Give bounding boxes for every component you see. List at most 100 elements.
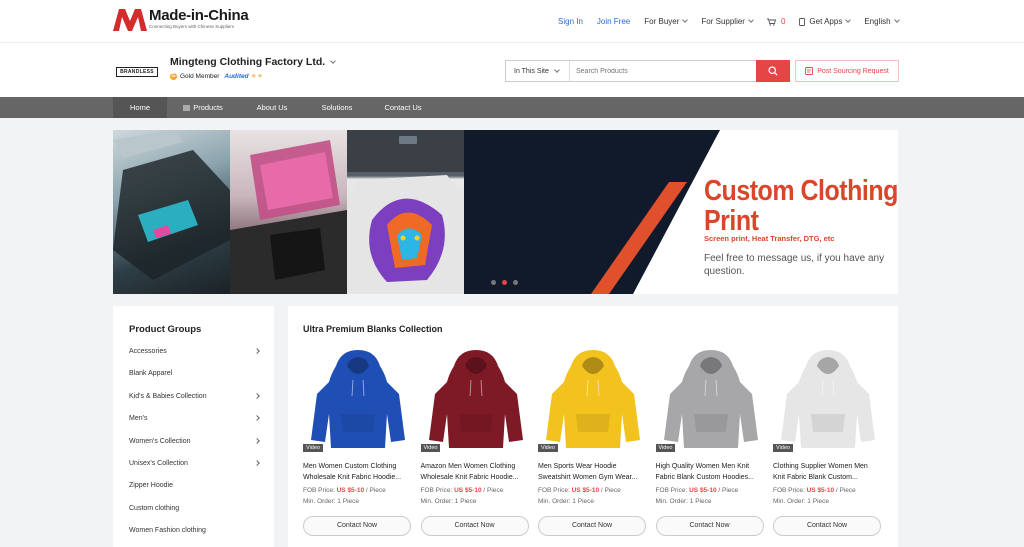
chevron-right-icon: [254, 392, 260, 399]
carousel-dot-2[interactable]: [502, 280, 507, 285]
cart-icon: [766, 18, 776, 26]
menu-icon: [183, 98, 191, 119]
search-button[interactable]: [756, 60, 790, 82]
product-group-label: Kid's & Babies Collection: [129, 392, 207, 400]
price-value: US $5-10: [571, 487, 600, 494]
chevron-right-icon: [254, 415, 260, 422]
hero-banner[interactable]: Custom Clothing Print Screen print, Heat…: [113, 130, 898, 294]
product-groups-title: Product Groups: [129, 324, 202, 335]
price-label: FOB Price:: [655, 487, 688, 494]
supplier-header: BRANDLESS Mingteng Clothing Factory Ltd.…: [0, 42, 1024, 97]
product-name[interactable]: Men Women Custom Clothing Wholesale Knit …: [303, 461, 413, 483]
cart-link[interactable]: 0: [766, 17, 785, 26]
get-apps-menu[interactable]: Get Apps: [799, 17, 852, 26]
product-card[interactable]: Video Men Sports Wear Hoodie Sweatshirt Wo…: [538, 344, 648, 547]
price-value: US $5-10: [806, 487, 835, 494]
product-group-label: Custom clothing: [129, 504, 180, 512]
chevron-down-icon: [748, 17, 754, 23]
product-image[interactable]: [656, 344, 766, 456]
top-bar: Made-in-China Connecting Buyers with Chi…: [0, 0, 1024, 42]
price-unit: / Piece: [718, 487, 739, 494]
product-group-item[interactable]: Zipper Hoodie: [129, 482, 259, 489]
contact-now-button[interactable]: Contact Now: [303, 516, 411, 536]
product-image[interactable]: [303, 344, 413, 456]
product-group-item[interactable]: Kid's & Babies Collection: [129, 392, 260, 400]
product-group-item[interactable]: Women Fashion clothing: [129, 527, 259, 534]
product-price: FOB Price: US $5-10 / Piece: [421, 487, 504, 494]
product-name[interactable]: Amazon Men Women Clothing Wholesale Knit …: [421, 461, 531, 483]
product-group-label: Accessories: [129, 348, 167, 355]
product-group-item[interactable]: Men's: [129, 415, 260, 423]
contact-now-button[interactable]: Contact Now: [773, 516, 881, 536]
price-value: US $5-10: [336, 487, 365, 494]
product-group-item[interactable]: Accessories: [129, 348, 260, 355]
product-name-line1: Men Sports Wear Hoodie: [538, 463, 617, 470]
carousel-dot-3[interactable]: [513, 280, 518, 285]
product-image[interactable]: [773, 344, 883, 456]
gold-member-label: Gold Member: [180, 72, 220, 80]
supplier-name[interactable]: Mingteng Clothing Factory Ltd.: [170, 56, 336, 68]
sign-in-link[interactable]: Sign In: [558, 17, 583, 26]
for-buyer-menu[interactable]: For Buyer: [644, 17, 689, 26]
price-unit: / Piece: [365, 487, 386, 494]
site-logo[interactable]: Made-in-China Connecting Buyers with Chi…: [113, 7, 249, 31]
chevron-down-icon: [554, 66, 560, 73]
product-group-item[interactable]: Unisex's Collection: [129, 460, 260, 467]
product-image[interactable]: [538, 344, 648, 456]
post-sourcing-request-button[interactable]: Post Sourcing Request: [795, 60, 899, 82]
chevron-right-icon: [254, 460, 260, 466]
product-group-label: Women's Collection: [129, 437, 191, 445]
banner-title-line2: Print: [704, 204, 759, 237]
collection-panel: Ultra Premium Blanks Collection Video Men…: [288, 306, 898, 547]
nav-solutions[interactable]: Solutions: [312, 97, 362, 118]
product-name[interactable]: Clothing Supplier Women Men Knit Fabric B…: [773, 461, 883, 483]
product-name[interactable]: Men Sports Wear Hoodie Sweatshirt Women G…: [538, 461, 648, 483]
product-name-line1: Clothing Supplier Women Men: [773, 463, 868, 470]
product-card[interactable]: Video Men Women Custom Clothing Wholesale …: [303, 344, 413, 547]
language-menu[interactable]: English: [864, 17, 900, 26]
for-supplier-menu[interactable]: For Supplier: [701, 17, 754, 26]
logo-tagline: Connecting Buyers with Chinese Suppliers: [149, 24, 235, 29]
product-group-item[interactable]: Women's Collection: [129, 437, 260, 445]
chevron-down-icon: [893, 17, 900, 23]
carousel-dot-1[interactable]: [491, 280, 496, 285]
video-badge: Video: [420, 444, 441, 452]
contact-now-button[interactable]: Contact Now: [655, 516, 764, 536]
min-order: Min. Order: 1 Piece: [420, 498, 477, 505]
product-card[interactable]: Video Clothing Supplier Women Men Knit Fab…: [773, 344, 883, 547]
price-label: FOB Price:: [303, 487, 335, 494]
nav-home[interactable]: Home: [113, 97, 167, 118]
audited-badge: Audited: [224, 72, 249, 80]
chevron-down-icon: [682, 17, 689, 23]
product-name[interactable]: High Quality Women Men Knit Fabric Blank …: [656, 461, 766, 483]
join-free-link[interactable]: Join Free: [597, 17, 630, 26]
product-group-item[interactable]: Blank Apparel: [129, 370, 259, 377]
nav-about-us[interactable]: About Us: [247, 97, 297, 118]
search-scope-select[interactable]: In This Site: [506, 61, 570, 81]
product-price: FOB Price: US $5-10 / Piece: [773, 487, 856, 494]
search-input[interactable]: [570, 61, 756, 81]
video-badge: Video: [538, 444, 558, 452]
product-price: FOB Price: US $5-10 / Piece: [303, 487, 386, 494]
carousel-dots: [491, 280, 524, 285]
supplier-name-text: Mingteng Clothing Factory Ltd.: [170, 56, 326, 68]
contact-now-button[interactable]: Contact Now: [538, 516, 646, 536]
product-group-label: Men's: [129, 415, 148, 423]
nav-products-label: Products: [193, 103, 223, 112]
product-card[interactable]: Video Amazon Men Women Clothing Wholesale …: [420, 344, 531, 547]
search-icon: [768, 66, 778, 76]
gold-member-icon: G: [170, 72, 177, 80]
product-group-label: Zipper Hoodie: [129, 482, 173, 490]
product-name-line1: High Quality Women Men Knit: [655, 463, 750, 470]
product-image[interactable]: [421, 344, 531, 456]
product-group-item[interactable]: Custom clothing: [129, 505, 259, 512]
nav-products[interactable]: Products: [172, 97, 234, 118]
supplier-logo[interactable]: BRANDLESS: [116, 67, 158, 77]
contact-now-button[interactable]: Contact Now: [420, 516, 529, 536]
min-order: Min. Order: 1 Piece: [773, 498, 829, 505]
product-card[interactable]: Video High Quality Women Men Knit Fabric B…: [655, 344, 766, 547]
search-scope-label: In This Site: [514, 67, 549, 75]
product-name-line1: Men Women Custom Clothing: [303, 463, 397, 470]
nav-contact-us[interactable]: Contact Us: [377, 97, 429, 118]
chevron-down-icon: [330, 57, 336, 64]
